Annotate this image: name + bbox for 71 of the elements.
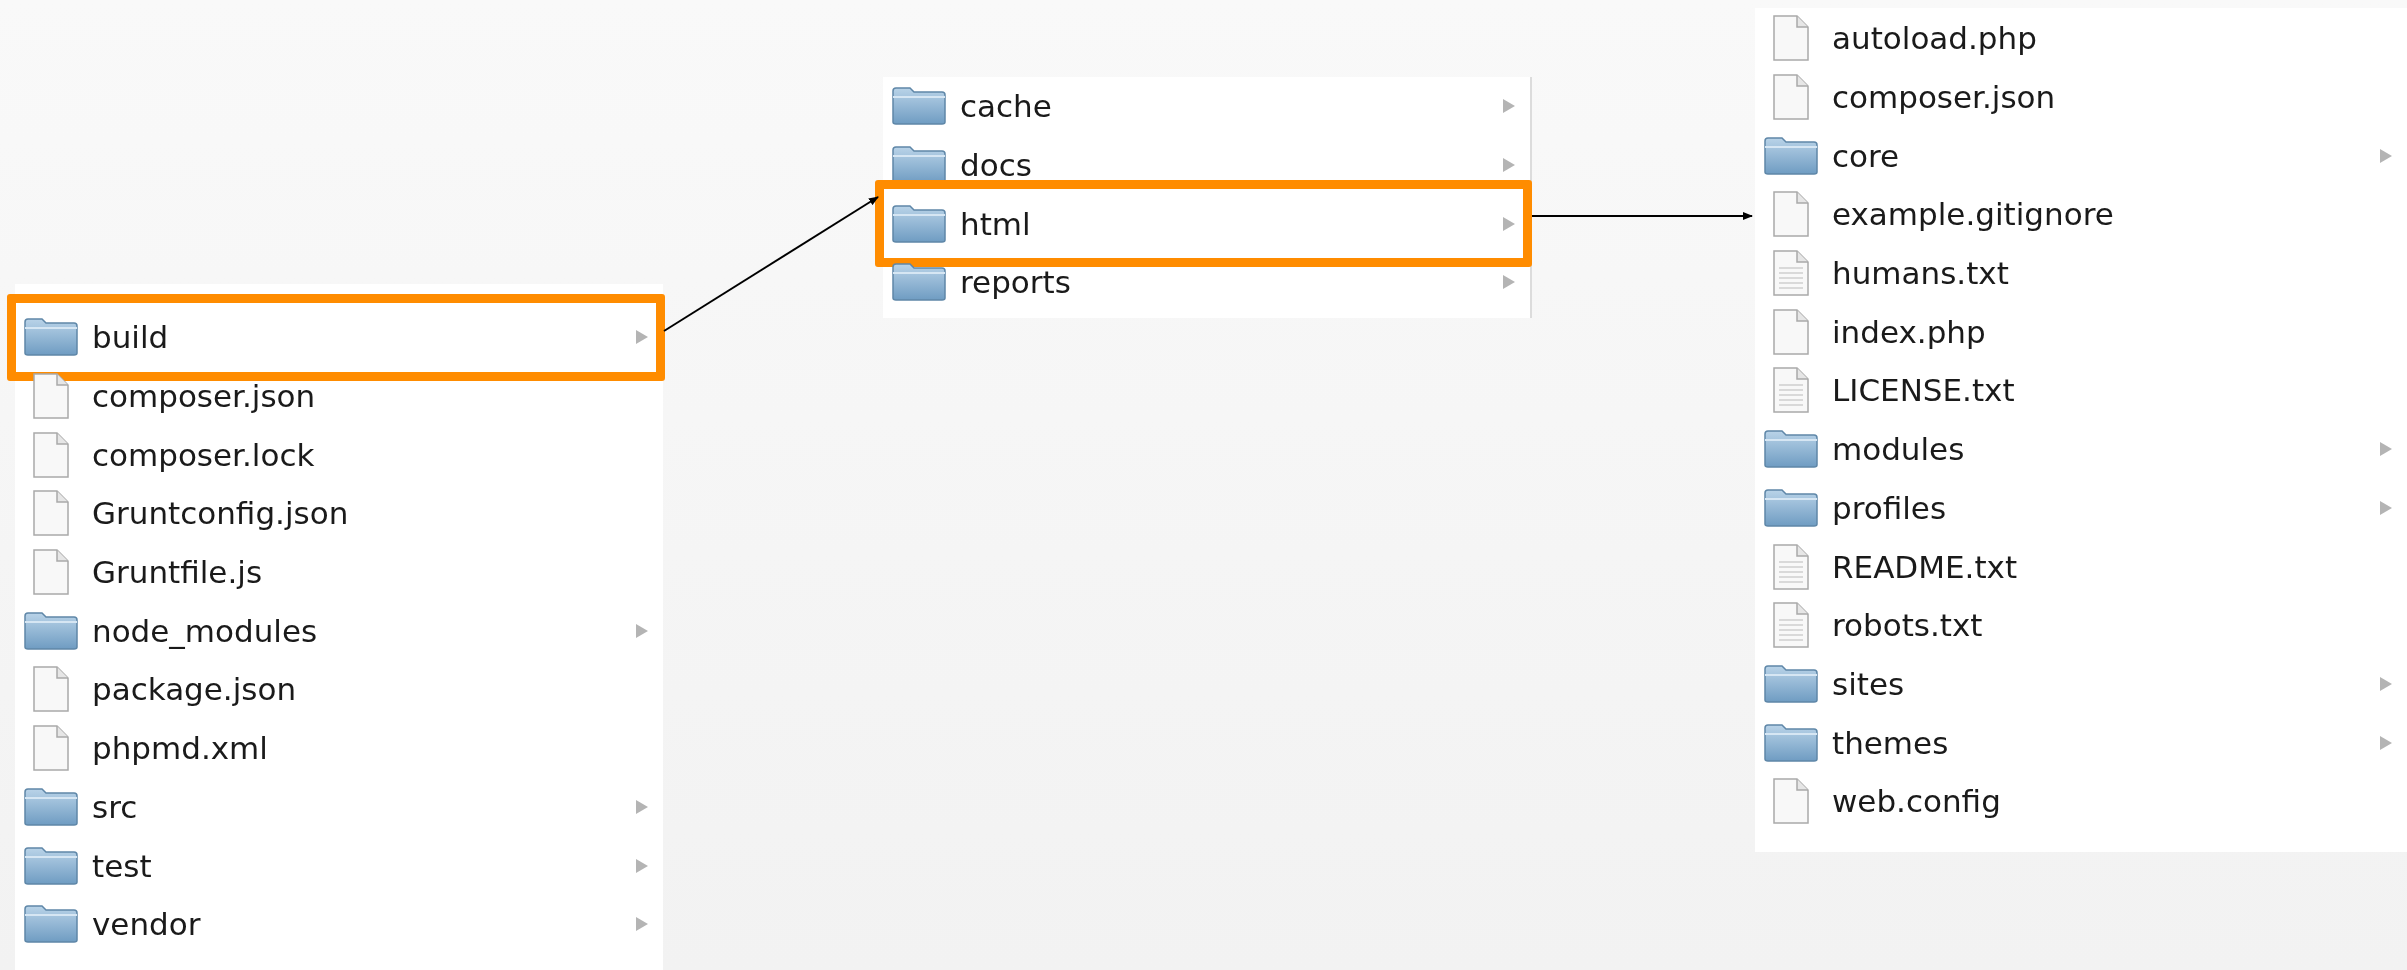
- file-item[interactable]: LICENSE.txt: [1755, 361, 2407, 420]
- file-icon: [1773, 15, 1809, 62]
- file-item[interactable]: composer.json: [15, 366, 663, 426]
- folder-item[interactable]: vendor: [15, 894, 663, 954]
- disclosure-triangle-icon[interactable]: [635, 857, 649, 874]
- disclosure-triangle-icon[interactable]: [2379, 147, 2393, 164]
- file-item[interactable]: Gruntconfig.json: [15, 484, 663, 543]
- file-item[interactable]: example.gitignore: [1755, 185, 2407, 244]
- folder-item[interactable]: core: [1755, 126, 2407, 186]
- file-item[interactable]: README.txt: [1755, 537, 2407, 596]
- file-icon: [1773, 74, 1809, 121]
- disclosure-triangle-icon[interactable]: [1502, 98, 1516, 115]
- folder-item[interactable]: html: [883, 194, 1530, 254]
- disclosure-triangle-icon[interactable]: [635, 916, 649, 933]
- folder-icon: [24, 905, 78, 944]
- folder-icon: [1764, 430, 1818, 469]
- folder-icon: [1764, 488, 1818, 527]
- folder-icon: [1764, 664, 1818, 703]
- file-icon: [33, 725, 69, 772]
- text-file-icon: [1773, 602, 1809, 649]
- folder-item[interactable]: profiles: [1755, 478, 2407, 538]
- folder-icon: [24, 318, 78, 357]
- file-item[interactable]: humans.txt: [1755, 243, 2407, 303]
- file-icon: [1773, 308, 1809, 355]
- text-file-icon: [1773, 367, 1809, 414]
- folder-item[interactable]: reports: [883, 253, 1530, 312]
- file-item[interactable]: index.php: [1755, 302, 2407, 362]
- file-item[interactable]: robots.txt: [1755, 595, 2407, 655]
- folder-item[interactable]: node_modules: [15, 601, 663, 661]
- disclosure-triangle-icon[interactable]: [1502, 215, 1516, 232]
- file-icon: [1773, 191, 1809, 238]
- file-item[interactable]: composer.json: [1755, 67, 2407, 127]
- disclosure-triangle-icon[interactable]: [1502, 274, 1516, 291]
- file-item[interactable]: phpmd.xml: [15, 718, 663, 778]
- file-icon: [33, 373, 69, 420]
- folder-item[interactable]: docs: [883, 135, 1530, 195]
- file-icon: [33, 549, 69, 596]
- disclosure-triangle-icon[interactable]: [2379, 675, 2393, 692]
- folder-icon: [1764, 723, 1818, 762]
- folder-icon: [892, 87, 946, 126]
- folder-icon: [24, 611, 78, 650]
- disclosure-triangle-icon[interactable]: [635, 798, 649, 815]
- folder-icon: [24, 846, 78, 885]
- folder-item[interactable]: themes: [1755, 713, 2407, 772]
- text-file-icon: [1773, 250, 1809, 297]
- folder-icon: [892, 263, 946, 302]
- file-item[interactable]: composer.lock: [15, 425, 663, 485]
- disclosure-triangle-icon[interactable]: [2379, 734, 2393, 751]
- file-item[interactable]: autoload.php: [1755, 9, 2407, 68]
- file-item[interactable]: package.json: [15, 660, 663, 719]
- folder-item[interactable]: cache: [883, 77, 1530, 136]
- folder-icon: [24, 787, 78, 826]
- disclosure-triangle-icon[interactable]: [2379, 441, 2393, 458]
- folder-item[interactable]: modules: [1755, 419, 2407, 479]
- folder-icon: [892, 204, 946, 243]
- file-item[interactable]: Gruntfile.js: [15, 542, 663, 602]
- folder-item[interactable]: sites: [1755, 654, 2407, 714]
- file-icon: [33, 666, 69, 713]
- file-icon: [33, 490, 69, 537]
- folder-item[interactable]: build: [15, 308, 663, 367]
- folder-item[interactable]: src: [15, 777, 663, 837]
- disclosure-triangle-icon[interactable]: [1502, 157, 1516, 174]
- disclosure-triangle-icon[interactable]: [2379, 499, 2393, 516]
- file-icon: [1773, 778, 1809, 825]
- folder-item[interactable]: test: [15, 836, 663, 895]
- file-item[interactable]: web.config: [1755, 771, 2407, 831]
- file-icon: [33, 431, 69, 478]
- disclosure-triangle-icon[interactable]: [635, 329, 649, 346]
- text-file-icon: [1773, 543, 1809, 590]
- folder-icon: [1764, 136, 1818, 175]
- disclosure-triangle-icon[interactable]: [635, 622, 649, 639]
